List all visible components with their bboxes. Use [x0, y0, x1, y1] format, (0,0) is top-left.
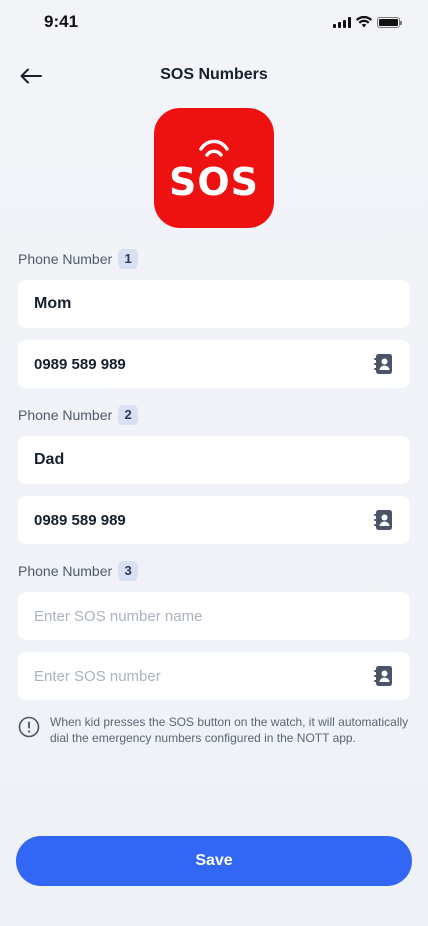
- section-label-text: Phone Number: [18, 407, 113, 423]
- contact-book-icon[interactable]: [372, 509, 394, 531]
- sos-name-field-2[interactable]: [18, 436, 410, 484]
- page-title: SOS Numbers: [160, 66, 268, 83]
- sos-phone-field-1[interactable]: [18, 340, 410, 388]
- sos-phone-input-3[interactable]: [34, 667, 372, 685]
- cellular-signal-icon: [333, 16, 351, 28]
- header: SOS Numbers: [0, 56, 428, 96]
- sos-logo: SOS: [154, 108, 274, 228]
- sos-logo-text: SOS: [168, 160, 260, 204]
- status-bar: 9:41: [0, 0, 428, 46]
- sos-name-input-3[interactable]: [34, 607, 394, 625]
- phone-number-label-2: Phone Number 2: [18, 405, 139, 425]
- info-circle-icon: [18, 716, 40, 738]
- section-label-text: Phone Number: [18, 251, 113, 267]
- sos-phone-field-2[interactable]: [18, 496, 410, 544]
- number-badge: 2: [118, 405, 139, 425]
- sos-phone-input-1[interactable]: [34, 355, 372, 373]
- number-badge: 3: [118, 561, 139, 581]
- contact-book-icon[interactable]: [372, 665, 394, 687]
- sos-name-field-1[interactable]: [18, 280, 410, 328]
- sos-name-field-3[interactable]: [18, 592, 410, 640]
- wifi-icon: [356, 16, 372, 28]
- info-note: When kid presses the SOS button on the w…: [18, 714, 410, 746]
- section-label-text: Phone Number: [18, 563, 113, 579]
- contact-book-icon[interactable]: [372, 353, 394, 375]
- battery-icon: [377, 16, 402, 28]
- save-button[interactable]: Save: [16, 836, 412, 886]
- number-badge: 1: [118, 249, 139, 269]
- sos-name-input-1[interactable]: [34, 295, 394, 313]
- sos-phone-field-3[interactable]: [18, 652, 410, 700]
- signal-waves-icon: [199, 139, 229, 157]
- status-time: 9:41: [44, 12, 79, 31]
- sos-name-input-2[interactable]: [34, 451, 394, 469]
- phone-number-label-3: Phone Number 3: [18, 561, 139, 581]
- status-icons: [333, 16, 402, 28]
- sos-phone-input-2[interactable]: [34, 511, 372, 529]
- phone-number-label-1: Phone Number 1: [18, 249, 139, 269]
- info-text: When kid presses the SOS button on the w…: [50, 715, 409, 745]
